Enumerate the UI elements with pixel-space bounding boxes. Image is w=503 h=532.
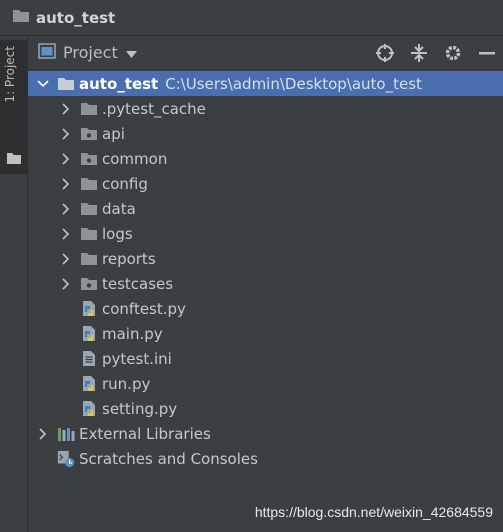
tree-folder-row[interactable]: api [28,121,503,146]
window-title: auto_test [36,8,116,27]
tree-folder-row[interactable]: reports [28,246,503,271]
folder-icon [80,201,98,217]
external-libraries-row[interactable]: External Libraries [28,421,503,446]
library-icon [57,426,75,442]
side-tool-strip: 1: Project [0,36,28,532]
folder-name: config [102,174,148,193]
chevron-right-icon[interactable] [58,251,74,267]
folder-name: logs [102,224,133,243]
root-folder-path: C:\Users\admin\Desktop\auto_test [165,74,422,93]
project-toolbar: Project [28,36,503,70]
folder-icon [7,150,21,168]
folder-icon [80,176,98,192]
folder-name: testcases [102,274,174,293]
python-file-icon [80,301,98,317]
project-panel: Project auto_test C:\Users\admin\Desktop… [28,36,503,532]
tree-folder-row[interactable]: config [28,171,503,196]
gear-icon[interactable] [443,43,463,63]
chevron-right-icon[interactable] [58,126,74,142]
chevron-right-icon[interactable] [58,201,74,217]
folder-name: reports [102,249,156,268]
chevron-down-icon[interactable] [35,76,51,92]
tree-folder-row[interactable]: logs [28,221,503,246]
project-side-tab[interactable]: 1: Project [0,40,27,174]
tree-root-row[interactable]: auto_test C:\Users\admin\Desktop\auto_te… [28,71,503,96]
minimize-icon[interactable] [477,43,497,63]
chevron-right-icon[interactable] [35,426,51,442]
folder-name: common [102,149,168,168]
tree-file-row[interactable]: pytest.ini [28,346,503,371]
tree-file-row[interactable]: conftest.py [28,296,503,321]
watermark: https://blog.csdn.net/weixin_42684559 [254,504,493,520]
chevron-right-icon[interactable] [58,101,74,117]
scratches-row[interactable]: Scratches and Consoles [28,446,503,471]
tree-folder-row[interactable]: data [28,196,503,221]
chevron-right-icon[interactable] [58,276,74,292]
folder-icon [80,226,98,242]
package-folder-icon [80,151,98,167]
scratches-label: Scratches and Consoles [79,449,258,468]
project-side-tab-label: 1: Project [3,46,17,103]
chevron-right-icon[interactable] [58,226,74,242]
python-file-icon [80,401,98,417]
title-bar: auto_test [0,0,503,36]
folder-icon [57,76,75,92]
locate-icon[interactable] [375,43,395,63]
folder-icon [12,8,30,27]
folder-name: .pytest_cache [102,99,206,118]
scratches-icon [57,450,75,467]
chevron-right-icon[interactable] [58,176,74,192]
toolbar-actions [375,43,497,63]
tree-file-row[interactable]: setting.py [28,396,503,421]
tree-folder-row[interactable]: common [28,146,503,171]
chevron-right-icon[interactable] [58,151,74,167]
tree-file-row[interactable]: main.py [28,321,503,346]
project-tree: auto_test C:\Users\admin\Desktop\auto_te… [28,71,503,471]
python-file-icon [80,376,98,392]
python-file-icon [80,326,98,342]
root-folder-name: auto_test [79,74,159,93]
package-folder-icon [80,126,98,142]
folder-icon [80,101,98,117]
file-name: main.py [102,324,163,343]
chevron-down-icon[interactable] [125,44,137,62]
external-libraries-label: External Libraries [79,424,211,443]
tree-folder-row[interactable]: testcases [28,271,503,296]
view-selector[interactable]: Project [63,43,118,62]
tree-file-row[interactable]: run.py [28,371,503,396]
file-name: pytest.ini [102,349,172,368]
tree-folder-row[interactable]: .pytest_cache [28,96,503,121]
file-name: conftest.py [102,299,186,318]
folder-name: data [102,199,136,218]
folder-name: api [102,124,125,143]
file-name: setting.py [102,399,178,418]
collapse-icon[interactable] [409,43,429,63]
package-folder-icon [80,276,98,292]
text-file-icon [80,351,98,367]
project-view-icon [38,42,56,63]
file-name: run.py [102,374,151,393]
folder-icon [80,251,98,267]
